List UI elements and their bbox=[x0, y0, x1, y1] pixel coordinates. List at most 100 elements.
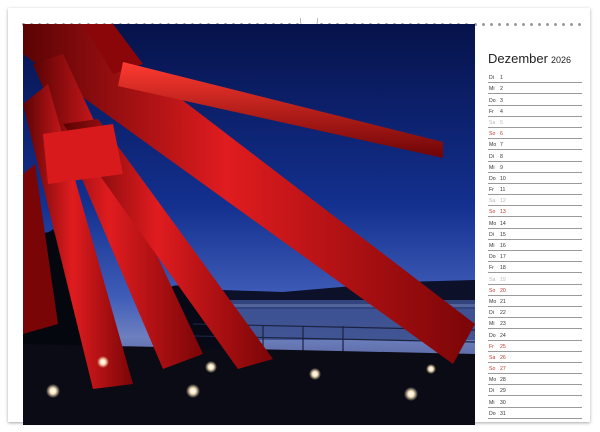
weekday-label: Fr bbox=[489, 108, 494, 115]
month-heading: Dezember 2026 bbox=[488, 50, 571, 68]
weekday-label: Sa bbox=[489, 354, 496, 361]
day-row: Mi 2 bbox=[488, 83, 582, 95]
day-row: Do 3 bbox=[488, 94, 582, 106]
weekday-label: Sa bbox=[489, 276, 496, 283]
day-row: Fr 25 bbox=[488, 341, 582, 352]
weekday-label: So bbox=[489, 287, 496, 294]
day-row: So 13 bbox=[488, 206, 582, 218]
day-number: 26 bbox=[500, 354, 506, 361]
weekday-label: Mo bbox=[489, 220, 497, 227]
day-number: 12 bbox=[500, 198, 506, 205]
day-row: Di 15 bbox=[488, 229, 582, 240]
day-number: 24 bbox=[500, 332, 506, 339]
weekday-label: Fr bbox=[489, 187, 494, 194]
day-number: 8 bbox=[500, 153, 503, 160]
day-row: Fr 4 bbox=[488, 106, 582, 117]
day-row: Do 10 bbox=[488, 173, 582, 184]
weekday-label: Do bbox=[489, 175, 496, 182]
day-number: 30 bbox=[500, 399, 506, 406]
day-number: 15 bbox=[500, 231, 506, 238]
weekday-label: Di bbox=[489, 75, 494, 82]
day-row: Mo 7 bbox=[488, 139, 582, 151]
year-label: 2026 bbox=[550, 55, 571, 65]
weekday-label: Sa bbox=[489, 119, 496, 126]
weekday-label: So bbox=[489, 209, 496, 216]
day-row: Sa 26 bbox=[488, 352, 582, 363]
day-row: Di 22 bbox=[488, 307, 582, 319]
day-number: 19 bbox=[500, 276, 506, 283]
day-row: Sa 12 bbox=[488, 195, 582, 207]
weekday-label: Mo bbox=[489, 377, 497, 384]
day-row: Mi 23 bbox=[488, 318, 582, 330]
day-number: 23 bbox=[500, 321, 506, 328]
day-number: 22 bbox=[500, 310, 506, 317]
day-number: 27 bbox=[500, 366, 506, 373]
weekday-label: Do bbox=[489, 254, 496, 261]
day-number: 20 bbox=[500, 287, 506, 294]
day-list: Di 1 Mi 2 Do 3 Fr 4 Sa 5 So 6 Mo 7 Di 8 Mi 9 Do 10 Fr 11 Sa 12 S… bbox=[488, 72, 582, 419]
day-row: Mo 21 bbox=[488, 296, 582, 307]
day-number: 18 bbox=[500, 265, 506, 272]
weekday-label: Mi bbox=[489, 321, 495, 328]
day-row: Do 17 bbox=[488, 251, 582, 263]
weekday-label: Mi bbox=[489, 243, 495, 249]
weekday-label: Sa bbox=[489, 198, 496, 205]
day-row: Fr 18 bbox=[488, 262, 582, 274]
weekday-label: Mi bbox=[489, 164, 495, 171]
weekday-label: Di bbox=[489, 310, 494, 317]
day-row: Sa 19 bbox=[488, 273, 582, 285]
day-row: Mo 28 bbox=[488, 374, 582, 386]
day-row: So 20 bbox=[488, 285, 582, 296]
day-number: 31 bbox=[500, 410, 506, 417]
weekday-label: Fr bbox=[489, 265, 494, 272]
day-row: Di 8 bbox=[488, 150, 582, 162]
weekday-label: Mi bbox=[489, 86, 495, 93]
day-row: Do 31 bbox=[488, 408, 582, 419]
calendar-panel: Dezember 2026 Di 1 Mi 2 Do 3 Fr 4 Sa 5 So 6 Mo 7 Di 8 Mi 9… bbox=[479, 24, 591, 425]
day-number: 29 bbox=[500, 388, 506, 395]
day-row: Sa 5 bbox=[488, 117, 582, 128]
day-number: 28 bbox=[500, 377, 506, 384]
weekday-label: So bbox=[489, 366, 496, 373]
weekday-label: Mi bbox=[489, 399, 495, 406]
day-number: 16 bbox=[500, 243, 506, 249]
weekday-label: Do bbox=[489, 332, 496, 339]
month-name: Dezember bbox=[488, 51, 548, 66]
day-number: 3 bbox=[500, 97, 503, 104]
day-number: 25 bbox=[500, 343, 506, 350]
day-number: 9 bbox=[500, 164, 503, 171]
weekday-label: Do bbox=[489, 97, 496, 104]
day-number: 21 bbox=[500, 298, 506, 305]
day-number: 2 bbox=[500, 86, 503, 93]
weekday-label: So bbox=[489, 131, 496, 138]
day-number: 5 bbox=[500, 119, 503, 126]
day-number: 17 bbox=[500, 254, 506, 261]
day-row: Do 24 bbox=[488, 329, 582, 341]
weekday-label: Mo bbox=[489, 142, 497, 149]
weekday-label: Di bbox=[489, 231, 494, 238]
weekday-label: Di bbox=[489, 388, 494, 395]
weekday-label: Di bbox=[489, 153, 494, 160]
day-number: 13 bbox=[500, 209, 506, 216]
weekday-label: Fr bbox=[489, 343, 494, 350]
day-row: Di 1 bbox=[488, 72, 582, 84]
day-number: 1 bbox=[500, 75, 503, 82]
day-number: 10 bbox=[500, 175, 506, 182]
weekday-label: Mo bbox=[489, 298, 497, 305]
day-row: Di 29 bbox=[488, 385, 582, 397]
day-number: 11 bbox=[500, 187, 506, 194]
day-number: 7 bbox=[500, 142, 503, 149]
day-row: Mo 14 bbox=[488, 217, 582, 229]
weekday-label: Do bbox=[489, 410, 496, 417]
day-row: Fr 11 bbox=[488, 184, 582, 196]
day-number: 6 bbox=[500, 131, 503, 138]
day-row: So 6 bbox=[488, 128, 582, 140]
night-bridge-photo bbox=[23, 24, 475, 425]
photo-illustration bbox=[23, 24, 475, 425]
day-row: Mi 16 bbox=[488, 240, 582, 251]
day-number: 4 bbox=[500, 108, 503, 115]
day-number: 14 bbox=[500, 220, 506, 227]
day-row: Mi 30 bbox=[488, 396, 582, 408]
day-row: Mi 9 bbox=[488, 162, 582, 173]
day-row: So 27 bbox=[488, 363, 582, 375]
